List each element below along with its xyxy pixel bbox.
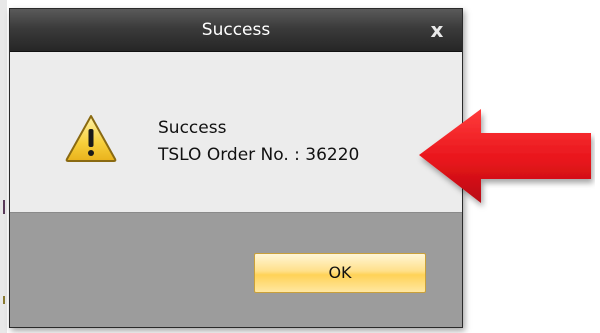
screenshot-canvas: Success x Success TSLO Order No. : 36220	[0, 0, 600, 333]
dialog-title: Success	[201, 20, 271, 40]
background-window-edge	[0, 0, 7, 333]
message-title: Success	[158, 118, 227, 138]
close-icon[interactable]: x	[424, 17, 450, 43]
warning-icon	[65, 115, 117, 162]
dialog-content: Success TSLO Order No. : 36220	[10, 52, 462, 212]
success-dialog: Success x Success TSLO Order No. : 36220	[9, 8, 463, 328]
message-order-number: TSLO Order No. : 36220	[158, 145, 360, 165]
background-edge-mark	[3, 200, 5, 214]
red-arrow-icon	[419, 109, 591, 203]
ok-button[interactable]: OK	[254, 253, 426, 293]
dialog-titlebar[interactable]: Success x	[10, 9, 462, 52]
background-edge-mark	[3, 296, 5, 304]
dialog-footer: OK	[10, 212, 462, 327]
